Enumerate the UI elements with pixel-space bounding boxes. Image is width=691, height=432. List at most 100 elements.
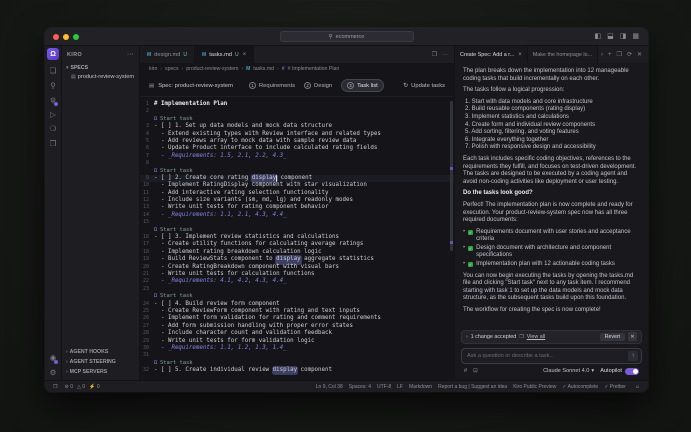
code-line[interactable]: 31	[140, 352, 454, 359]
tab-design-md[interactable]: M design.md U	[140, 46, 196, 63]
code-line[interactable]: 18 - Implement rating breakdown calculat…	[140, 249, 454, 256]
toggle-secondary-sidebar-icon[interactable]: ◨	[620, 33, 627, 40]
status-item[interactable]: UTF-8	[377, 384, 391, 390]
code-line[interactable]: 4 - Extend existing types with Review in…	[140, 131, 454, 138]
account-icon[interactable]: ◉	[50, 354, 59, 364]
toggle-sidebar-icon[interactable]: ◧	[595, 33, 602, 40]
send-icon[interactable]: ↑	[628, 350, 638, 361]
code-line[interactable]: 9 - [ ] 2. Create core rating display co…	[140, 174, 454, 183]
code-line[interactable]: 26 - Implement form validation for ratin…	[140, 315, 454, 322]
new-chat-icon[interactable]: +	[608, 52, 612, 58]
close-panel-icon[interactable]: ✕	[637, 51, 642, 58]
source-control-icon[interactable]: ψ	[50, 96, 58, 106]
code-line[interactable]: 3 - [ ] 1. Set up data models and mock d…	[140, 123, 454, 130]
close-tab-icon[interactable]: ×	[243, 52, 247, 58]
status-item[interactable]: ✓ Prettier	[604, 384, 626, 390]
search-sidebar-icon[interactable]: ⚲	[50, 81, 56, 90]
code-line[interactable]: 16 - [ ] 3. Implement review statistics …	[140, 234, 454, 241]
status-item[interactable]: Ln 9, Col 38	[316, 384, 343, 390]
customize-layout-icon[interactable]: ▦	[632, 33, 639, 40]
model-selector[interactable]: Claude Sonnet 4.0 ▾	[543, 368, 594, 374]
code-line[interactable]: 7 - _Requirements: 1.5, 2.1, 2.2, 4.3_	[140, 153, 454, 160]
remote-icon[interactable]: ❐	[53, 384, 57, 390]
status-item[interactable]: Markdown	[409, 384, 432, 390]
chat-tab-create-spec[interactable]: Create Spec: Add a r... ×	[455, 46, 528, 63]
code-line[interactable]: 19 - Build ReviewStats component to disp…	[140, 256, 454, 264]
code-line[interactable]: 28 - Include character count and validat…	[140, 330, 454, 337]
code-line[interactable]: 13 - Write unit tests for rating compone…	[140, 204, 454, 211]
code-line[interactable]: 25 - Create ReviewForm component with ra…	[140, 308, 454, 315]
zoom-window-button[interactable]	[73, 33, 79, 40]
status-item[interactable]: ⊘ 0	[64, 384, 72, 390]
status-item[interactable]: ✓ Autocomplete	[562, 384, 598, 390]
chat-tab-homepage[interactable]: Make the homepage lo...	[527, 46, 599, 63]
code-line[interactable]: 15	[140, 219, 454, 226]
notifications-bell-icon[interactable]: ☺	[635, 384, 640, 390]
code-line[interactable]: 11 - Add interactive rating selection fu…	[140, 190, 454, 197]
revert-button[interactable]: Revert	[599, 332, 625, 341]
breadcrumb[interactable]: kiro › specs › product-review-system › M ta…	[140, 63, 454, 75]
status-item[interactable]: Kiro Public Preview	[513, 384, 556, 390]
code-line[interactable]: 8	[140, 160, 454, 167]
chat-input[interactable]	[464, 352, 628, 359]
status-item[interactable]: Report a bug | Suggest an idea	[438, 384, 507, 390]
sidebar-collapsed-section[interactable]: › MCP SERVERS	[62, 367, 139, 377]
explorer-icon[interactable]: ❏	[50, 67, 57, 75]
sidebar-more-icon[interactable]: ···	[127, 52, 134, 58]
code-line[interactable]: 17 - Create utility functions for calcul…	[140, 241, 454, 248]
code-line[interactable]: 22 - _Requirements: 4.1, 4.2, 4.3, 4.4_	[140, 278, 454, 285]
code-line[interactable]: 2	[140, 108, 454, 115]
status-item[interactable]: △ 0	[77, 384, 85, 390]
extensions-icon[interactable]: ❒	[50, 139, 57, 148]
code-line[interactable]: 1 # Implementation Plan	[140, 101, 454, 108]
code-line[interactable]: Start task	[140, 116, 454, 123]
sidebar-item-spec[interactable]: ▤ product-review-system	[62, 73, 139, 81]
code-line[interactable]: 20 - Create RatingBreakdown component wi…	[140, 264, 454, 271]
code-line[interactable]: 21 - Write unit tests for calculation fu…	[140, 271, 454, 278]
code-line[interactable]: 14 - _Requirements: 1.1, 2.1, 4.3, 4.4_	[140, 212, 454, 219]
chevron-right-icon[interactable]: ›	[466, 334, 468, 340]
chat-icon[interactable]: ❍	[50, 125, 57, 133]
command-center-search[interactable]: ⚲ ecommerce	[279, 31, 414, 42]
close-window-button[interactable]	[53, 33, 59, 40]
open-in-editor-icon[interactable]: ❐	[617, 51, 622, 58]
sidebar-section-specs[interactable]: ▾ SPECS	[62, 63, 139, 73]
code-line[interactable]: 24 - [ ] 4. Build review form component	[140, 301, 454, 308]
run-debug-icon[interactable]: ▷	[50, 110, 56, 119]
update-tasks-button[interactable]: ↻ Update tasks	[403, 83, 445, 89]
code-line[interactable]: 30 - _Requirements: 1.1, 1.2, 1.3, 1.4_	[140, 345, 454, 352]
status-item[interactable]: ⚡ 0	[89, 384, 100, 390]
tab-tasks-md[interactable]: M tasks.md U ×	[195, 46, 255, 63]
code-line[interactable]: 12 - Include size variants (sm, md, lg) …	[140, 197, 454, 204]
code-line[interactable]: 10 - Implement RatingDisplay component w…	[140, 182, 454, 189]
status-item[interactable]: Spaces: 4	[349, 384, 371, 390]
settings-gear-icon[interactable]: ⚙	[50, 368, 57, 377]
code-line[interactable]: Start task	[140, 360, 454, 367]
tab-overflow-chevron-icon[interactable]: ›	[601, 52, 603, 58]
toggle-panel-icon[interactable]: ⬓	[607, 33, 614, 40]
more-actions-icon[interactable]: ···	[442, 52, 448, 58]
editor-scrollbar[interactable]	[450, 101, 453, 251]
code-line[interactable]: 5 - Add reviews array to mock data with …	[140, 138, 454, 145]
status-item[interactable]: LF	[397, 384, 403, 390]
code-editor[interactable]: 1 # Implementation Plan 2 Start task	[140, 97, 454, 380]
code-line[interactable]: Start task	[140, 293, 454, 300]
history-icon[interactable]: ⟳	[627, 51, 632, 58]
code-line[interactable]: 6 - Update Product interface to include …	[140, 145, 454, 152]
split-editor-icon[interactable]: ❐	[432, 51, 437, 58]
spec-step-button[interactable]: 2 Design	[304, 82, 332, 89]
sidebar-collapsed-section[interactable]: › AGENT STEERING	[62, 357, 139, 367]
spec-step-button[interactable]: 1 Requirements	[248, 82, 295, 89]
kiro-logo[interactable]: Ω	[47, 48, 59, 60]
attach-image-icon[interactable]: ⊡	[473, 368, 478, 374]
dismiss-change-bar-button[interactable]: ✕	[628, 332, 637, 341]
code-line[interactable]: 32 - [ ] 5. Create individual review dis…	[140, 367, 454, 375]
code-line[interactable]: Start task	[140, 168, 454, 175]
context-hash-icon[interactable]: #	[464, 368, 467, 374]
code-line[interactable]: 29 - Write unit tests for form validatio…	[140, 338, 454, 345]
minimize-window-button[interactable]	[63, 33, 69, 40]
view-all-link[interactable]: View all	[527, 334, 545, 340]
code-line[interactable]: 27 - Add form submission handling with p…	[140, 323, 454, 330]
close-tab-icon[interactable]: ×	[518, 52, 522, 58]
spec-step-button[interactable]: 3 Task list	[341, 79, 384, 92]
